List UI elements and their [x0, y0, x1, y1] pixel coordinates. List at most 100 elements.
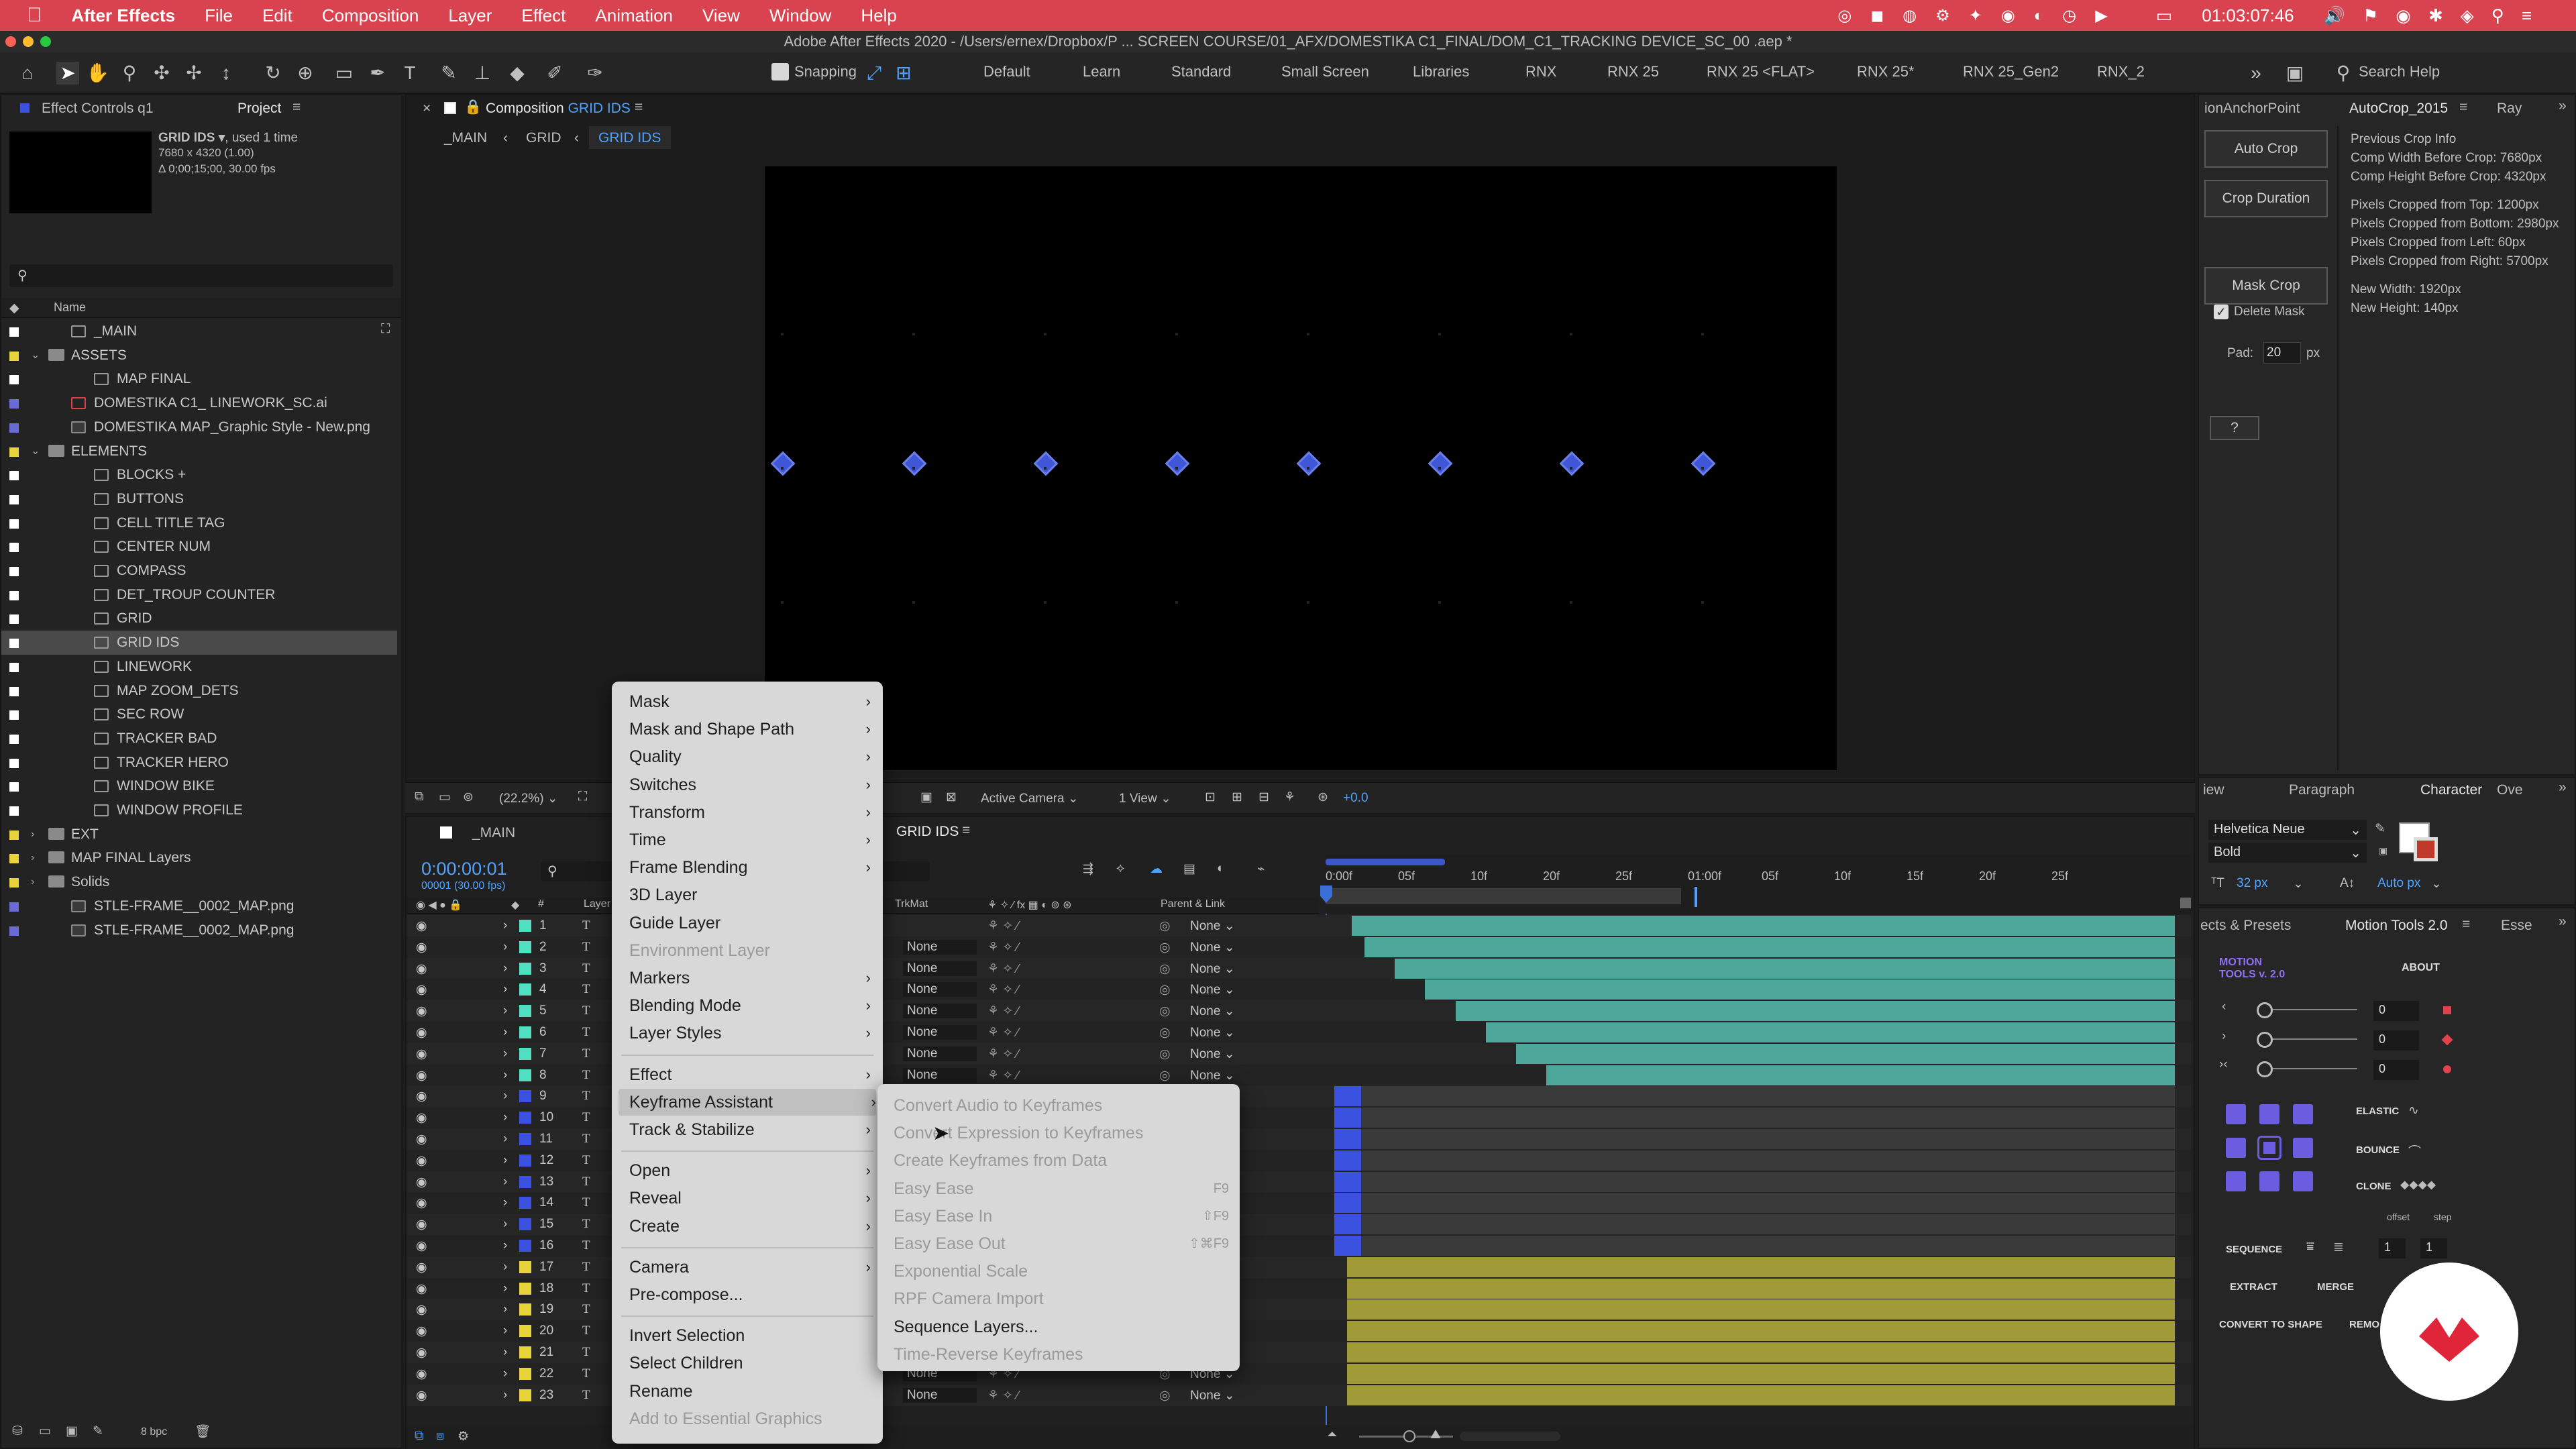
context-menu-item[interactable]: Layer Styles ›	[629, 1020, 871, 1046]
time-ruler[interactable]: 0:00f 05f 10f 20f 25f 01:00f 05f 10f 15f 20f 25f	[1326, 855, 2191, 914]
menu-animation[interactable]: Animation	[580, 5, 688, 26]
layer-duration-bar[interactable]	[1347, 1278, 2175, 1299]
context-menu-item[interactable]: Keyframe Assistant ›	[619, 1088, 876, 1116]
number-column-header[interactable]: #	[538, 898, 544, 910]
layer-label-swatch[interactable]	[519, 1112, 531, 1124]
menu-window[interactable]: Window	[755, 5, 846, 26]
selection-tool-icon[interactable]: ➤	[56, 62, 79, 85]
timeline-scrollbar[interactable]	[1460, 1432, 1560, 1441]
roto-brush-icon[interactable]: ✐	[543, 62, 566, 85]
leading-dropdown-icon[interactable]: ⌄	[2431, 876, 2442, 892]
crop-duration-button[interactable]: Crop Duration	[2204, 180, 2328, 217]
offset-label[interactable]: offset	[2387, 1212, 2410, 1222]
work-area-end[interactable]	[1695, 887, 1697, 907]
mt-more-icon[interactable]: »	[2559, 914, 2567, 930]
search-help-input[interactable]: Search Help	[2359, 63, 2440, 80]
layer-switches-icon[interactable]: ⚘ ✧ ∕	[987, 1004, 1019, 1019]
menu-composition[interactable]: Composition	[307, 5, 434, 26]
workspace-libraries[interactable]: Libraries	[1413, 63, 1469, 80]
layer-twirl-icon[interactable]: ›	[503, 918, 507, 933]
folder-twirl-icon[interactable]: ⌄	[31, 343, 40, 368]
trkmat-dropdown[interactable]: None	[903, 1025, 977, 1040]
fast-previews-icon[interactable]: ⊞	[1232, 790, 1242, 805]
visibility-eye-icon[interactable]: ◉	[416, 1153, 427, 1169]
layer-duration-bar[interactable]	[1334, 1214, 1361, 1235]
lock-icon[interactable]: 🔒	[464, 99, 482, 115]
layer-label-swatch[interactable]	[519, 1260, 531, 1273]
zoom-tool-icon[interactable]: ⚲	[118, 62, 141, 85]
context-menu-item[interactable]: Camera ›	[629, 1254, 871, 1281]
about-link[interactable]: ABOUT	[2402, 962, 2440, 974]
ease-out-slider[interactable]	[2263, 1038, 2357, 1040]
pick-whip-icon[interactable]: ◎	[1159, 1025, 1171, 1040]
label-color-swatch[interactable]	[9, 614, 19, 625]
pick-whip-icon[interactable]: ◎	[1159, 1388, 1171, 1403]
context-menu-item[interactable]: Frame Blending ›	[629, 854, 871, 881]
pick-whip-icon[interactable]: ◎	[1159, 918, 1171, 934]
label-color-swatch[interactable]	[9, 902, 19, 912]
delete-mask-checkbox[interactable]: ✓	[2214, 305, 2229, 319]
context-menu-item[interactable]: Guide Layer	[629, 910, 871, 936]
grid-id-node[interactable]	[1559, 451, 1585, 476]
project-item[interactable]: TRACKER HERO	[1, 751, 397, 775]
toggle-modes-icon[interactable]: ⧈	[436, 1429, 444, 1444]
label-color-swatch[interactable]	[9, 758, 19, 768]
context-menu-item[interactable]: Track & Stabilize ›	[629, 1116, 871, 1143]
transparency-grid-icon[interactable]: ⊠	[946, 790, 957, 805]
eyedropper-icon[interactable]: ✎	[2375, 821, 2385, 837]
layer-label-swatch[interactable]	[519, 962, 531, 975]
visibility-eye-icon[interactable]: ◉	[416, 1281, 427, 1297]
camera-dropdown[interactable]: Active Camera ⌄	[981, 791, 1079, 806]
rotation-tool-icon[interactable]: ↻	[262, 62, 284, 85]
grid-id-node[interactable]	[1428, 451, 1453, 476]
layer-switches-icon[interactable]: ⚘ ✧ ∕	[987, 1388, 1019, 1403]
project-item[interactable]: GRID IDS	[1, 631, 397, 655]
layer-twirl-icon[interactable]: ›	[503, 1195, 507, 1210]
font-style-dropdown[interactable]: Bold ⌄	[2208, 843, 2367, 863]
menu-edit[interactable]: Edit	[248, 5, 307, 26]
visibility-eye-icon[interactable]: ◉	[416, 1260, 427, 1275]
parent-dropdown[interactable]: None ⌄	[1190, 918, 1277, 934]
project-item[interactable]: GRID	[1, 606, 397, 631]
workspace-standard[interactable]: Standard	[1171, 63, 1231, 80]
layer-twirl-icon[interactable]: ›	[503, 1324, 507, 1338]
layer-duration-bar[interactable]	[1351, 916, 2175, 936]
label-color-swatch[interactable]	[9, 639, 19, 649]
toggle-pixel-icon[interactable]: ⊡	[1205, 790, 1216, 805]
mask-visibility-icon[interactable]: ⊚	[463, 790, 474, 805]
layer-twirl-icon[interactable]: ›	[503, 1153, 507, 1168]
layer-duration-bar[interactable]	[1334, 1108, 1361, 1128]
context-menu-item[interactable]: Pre-compose...	[629, 1281, 871, 1308]
label-color-swatch[interactable]	[9, 734, 19, 744]
visibility-eye-icon[interactable]: ◉	[416, 1132, 427, 1147]
bounce-button[interactable]: BOUNCE	[2356, 1144, 2400, 1156]
menu-layer[interactable]: Layer	[433, 5, 506, 26]
layer-label-swatch[interactable]	[519, 920, 531, 932]
context-menu-item[interactable]: Create ›	[629, 1213, 871, 1240]
new-comp-icon[interactable]: ▣	[66, 1424, 78, 1439]
auto-crop-button[interactable]: Auto Crop	[2204, 130, 2328, 168]
snapping-checkbox[interactable]	[771, 63, 789, 80]
menu-app[interactable]: After Effects	[57, 5, 191, 26]
parent-dropdown[interactable]: None ⌄	[1190, 1388, 1277, 1403]
timeline-menu-icon[interactable]: ≡	[962, 822, 970, 839]
label-color-swatch[interactable]	[9, 567, 19, 576]
visibility-eye-icon[interactable]: ◉	[416, 1217, 427, 1232]
step-label[interactable]: step	[2434, 1212, 2451, 1222]
visibility-eye-icon[interactable]: ◉	[416, 1068, 427, 1083]
layer-label-swatch[interactable]	[519, 941, 531, 953]
tab-effect-controls[interactable]: Effect Controls q1	[20, 101, 154, 117]
project-item[interactable]: › Solids	[1, 870, 397, 894]
ease-in-handle[interactable]	[2257, 1002, 2273, 1018]
layer-twirl-icon[interactable]: ›	[503, 1217, 507, 1232]
project-item[interactable]: CENTER NUM	[1, 535, 397, 559]
label-color-swatch[interactable]	[9, 926, 19, 936]
label-color-swatch[interactable]	[9, 351, 19, 361]
ease-both-handle[interactable]	[2257, 1061, 2273, 1077]
layer-switches-icon[interactable]: ⚘ ✧ ∕	[987, 1025, 1019, 1040]
apply-ease-out-icon[interactable]	[2441, 1034, 2453, 1046]
visibility-eye-icon[interactable]: ◉	[416, 940, 427, 955]
workspace-learn[interactable]: Learn	[1083, 63, 1120, 80]
project-item[interactable]: SEC ROW	[1, 702, 397, 727]
layer-twirl-icon[interactable]: ›	[503, 982, 507, 997]
